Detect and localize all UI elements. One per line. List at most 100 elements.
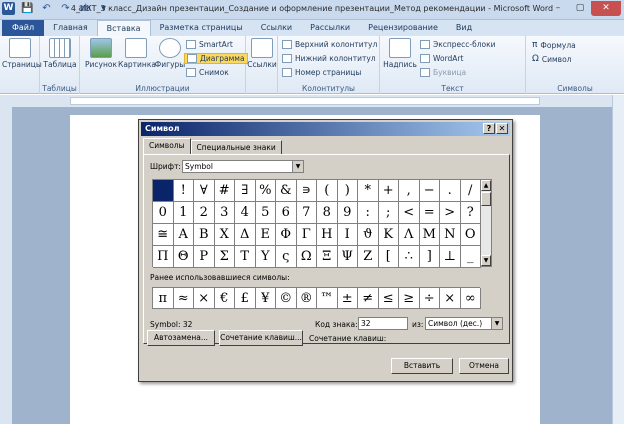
char-code-input[interactable]: 32 [358, 317, 408, 330]
recent-symbol-cell[interactable]: ® [296, 288, 317, 309]
symbol-cell[interactable]: 1 [173, 202, 194, 224]
symbol-cell[interactable]: ! [173, 180, 194, 202]
symbol-cell[interactable]: 2 [194, 202, 215, 224]
symbol-cell[interactable]: + [378, 180, 399, 202]
symbol-cell[interactable]: < [399, 202, 420, 224]
symbol-cell[interactable]: * [358, 180, 379, 202]
symbol-cell[interactable]: Λ [399, 224, 420, 246]
symbol-cell[interactable]: Ψ [337, 246, 358, 268]
recent-symbols[interactable]: π ≈ × € £ ¥ © ® ™ ± ≠ ≤ ≥ ÷ × ∞ [152, 287, 481, 309]
symbol-cell[interactable] [153, 180, 174, 202]
minimize-button[interactable]: – [547, 1, 569, 16]
symbol-cell[interactable]: = [419, 202, 440, 224]
symbol-cell[interactable]: : [358, 202, 379, 224]
symbol-cell[interactable]: ; [378, 202, 399, 224]
symbol-cell[interactable]: # [214, 180, 235, 202]
dialog-close-button[interactable]: ✕ [496, 123, 508, 134]
symbol-cell[interactable]: Ξ [317, 246, 338, 268]
symbol-cell[interactable]: ∀ [194, 180, 215, 202]
recent-symbol-cell[interactable]: ≤ [378, 288, 399, 309]
chart-button[interactable]: Диаграмма [184, 53, 248, 64]
symbol-cell[interactable]: 6 [276, 202, 297, 224]
scroll-down-icon[interactable]: ▼ [481, 255, 491, 266]
symbol-cell[interactable]: Ζ [358, 246, 379, 268]
recent-symbol-cell[interactable]: ÷ [419, 288, 440, 309]
symbol-cell[interactable]: Δ [235, 224, 256, 246]
tab-file[interactable]: Файл [2, 20, 45, 36]
symbol-cell[interactable]: 8 [317, 202, 338, 224]
symbol-cell[interactable]: 9 [337, 202, 358, 224]
symbol-cell[interactable]: 5 [255, 202, 276, 224]
formula-button[interactable]: π Формула [532, 40, 576, 50]
recent-symbol-cell[interactable]: π [153, 288, 174, 309]
symbol-cell[interactable]: − [419, 180, 440, 202]
page-number-button[interactable]: Номер страницы [282, 68, 361, 77]
symbol-cell[interactable]: Χ [214, 224, 235, 246]
quickparts-button[interactable]: Экспресс-блоки [420, 40, 496, 49]
help-button[interactable]: ? [483, 123, 495, 134]
recent-symbol-cell[interactable]: ≥ [399, 288, 420, 309]
symbol-cell[interactable]: 3 [214, 202, 235, 224]
symbol-cell[interactable]: Ι [337, 224, 358, 246]
tab-symbols[interactable]: Символы [143, 138, 191, 154]
wordart-button[interactable]: WordArt [420, 54, 463, 63]
symbol-grid[interactable]: ! ∀ # ∃% & ∍() * +, −./ 0 1 2 3 4 5 6 7 8 9:; < = >? ≅ Α Β Χ Δ Ε Φ Γ Η… [152, 179, 481, 268]
scroll-up-icon[interactable]: ▲ [481, 180, 491, 191]
tab-page-layout[interactable]: Разметка страницы [151, 20, 252, 36]
symbol-cell[interactable]: Ε [255, 224, 276, 246]
horizontal-ruler[interactable] [0, 95, 624, 107]
symbol-cell[interactable]: 0 [153, 202, 174, 224]
symbol-cell[interactable]: 7 [296, 202, 317, 224]
recent-symbol-cell[interactable]: ∞ [460, 288, 481, 309]
from-select[interactable]: Символ (дес.) ▼ [425, 317, 503, 330]
symbol-cell[interactable]: Γ [296, 224, 317, 246]
symbol-cell[interactable]: ? [460, 202, 481, 224]
tab-insert[interactable]: Вставка [96, 20, 151, 36]
table-button[interactable]: Таблица [42, 38, 78, 69]
symbol-cell[interactable]: ( [317, 180, 338, 202]
symbol-cell[interactable]: ς [276, 246, 297, 268]
symbol-cell[interactable]: [ [378, 246, 399, 268]
pages-button[interactable]: Страницы [2, 38, 42, 69]
symbol-cell[interactable]: & [276, 180, 297, 202]
vertical-scrollbar[interactable] [612, 95, 624, 424]
recent-symbol-cell[interactable]: ≠ [358, 288, 379, 309]
symbol-cell[interactable]: Σ [214, 246, 235, 268]
symbol-cell[interactable]: ∃ [235, 180, 256, 202]
symbol-cell[interactable]: ⊥ [440, 246, 461, 268]
symbol-cell[interactable]: > [440, 202, 461, 224]
font-select[interactable]: Symbol ▼ [182, 160, 304, 173]
symbol-cell[interactable]: Ω [296, 246, 317, 268]
symbol-cell[interactable]: % [255, 180, 276, 202]
tab-references[interactable]: Ссылки [252, 20, 301, 36]
symbol-button[interactable]: Ω Символ [532, 54, 571, 64]
insert-button[interactable]: Вставить [391, 358, 453, 374]
symbol-cell[interactable]: 4 [235, 202, 256, 224]
symbol-cell[interactable]: Θ [173, 246, 194, 268]
symbol-cell[interactable]: Φ [276, 224, 297, 246]
close-button[interactable]: ✕ [591, 1, 621, 16]
tab-home[interactable]: Главная [44, 20, 97, 36]
footer-button[interactable]: Нижний колонтитул [282, 54, 376, 63]
recent-symbol-cell[interactable]: ¥ [255, 288, 276, 309]
symbol-cell[interactable]: ∍ [296, 180, 317, 202]
cancel-button[interactable]: Отмена [459, 358, 509, 374]
recent-symbol-cell[interactable]: × [194, 288, 215, 309]
picture-button[interactable]: Рисунок [84, 38, 118, 69]
tab-view[interactable]: Вид [447, 20, 481, 36]
symbol-cell[interactable]: Ο [460, 224, 481, 246]
recent-symbol-cell[interactable]: € [214, 288, 235, 309]
symbol-cell[interactable]: ∴ [399, 246, 420, 268]
clipart-button[interactable]: Картинка [118, 38, 156, 69]
symbol-cell[interactable]: , [399, 180, 420, 202]
recent-symbol-cell[interactable]: ™ [317, 288, 338, 309]
symbol-cell[interactable]: . [440, 180, 461, 202]
header-button[interactable]: Верхний колонтитул [282, 40, 377, 49]
symbol-cell[interactable]: _ [460, 246, 481, 268]
symbol-cell[interactable]: Η [317, 224, 338, 246]
vertical-ruler[interactable] [0, 107, 12, 424]
shapes-button[interactable]: Фигуры [154, 38, 186, 69]
symbol-grid-scrollbar[interactable]: ▲ ▼ [480, 179, 492, 267]
smartart-button[interactable]: SmartArt [186, 40, 233, 49]
symbol-cell[interactable]: Ρ [194, 246, 215, 268]
